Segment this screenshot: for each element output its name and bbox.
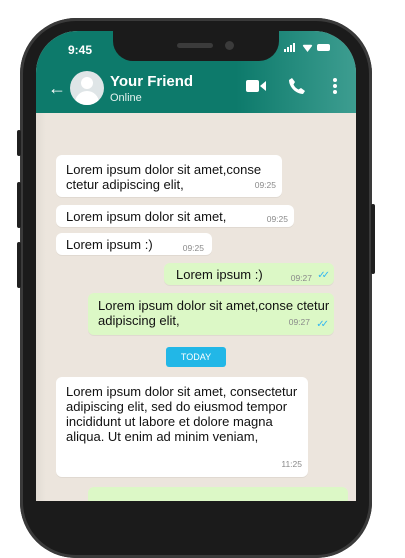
message-text: Lorem ipsum :) [176,267,263,282]
read-receipt-icon: ✓✓ [317,270,330,281]
message-time: 09:25 [266,214,288,224]
phone-volume-down [17,242,21,288]
video-camera-icon[interactable] [246,79,266,93]
message-text: Lorem ipsum dolor sit amet,conse ctetur … [66,162,262,192]
phone-volume-up [17,182,21,228]
signal-icon [284,43,298,52]
message-time: 09:27 [288,317,310,327]
contact-status: Online [110,92,142,104]
status-icons [284,43,330,52]
message-bubble-outgoing[interactable]: Lorem ipsum dolor sit amet,conse ctetur … [88,293,334,335]
phone-side-button [17,130,21,156]
message-text: Lorem ipsum :) [66,237,153,252]
message-time: 09:25 [254,180,276,190]
message-text: Lorem ipsum dolor sit amet, [66,209,227,224]
message-time: 09:25 [182,243,204,253]
arrow-left-icon[interactable]: ← [48,79,66,97]
avatar-shoulders [75,91,99,105]
avatar[interactable] [70,71,104,105]
screen-edge-shade [36,113,46,501]
wifi-icon [302,44,313,52]
message-text: Lorem ipsum dolor sit amet, consectetur … [66,384,298,444]
notch [113,31,279,61]
message-bubble-outgoing-partial [88,487,348,501]
message-bubble-incoming[interactable]: Lorem ipsum :) 09:25 [56,233,212,255]
battery-icon [317,44,330,51]
phone-icon[interactable] [288,77,306,95]
front-camera [225,41,234,50]
earpiece-speaker [177,43,213,48]
date-divider: TODAY [166,347,226,367]
phone-screen: 9:45 ← Your Friend Online Lorem ipsum do… [36,31,356,501]
message-time: 11:25 [281,459,302,469]
contact-name[interactable]: Your Friend [110,73,193,90]
avatar-head [81,77,93,89]
message-bubble-incoming[interactable]: Lorem ipsum dolor sit amet, 09:25 [56,205,294,227]
message-time: 09:27 [290,273,312,283]
message-bubble-incoming[interactable]: Lorem ipsum dolor sit amet,conse ctetur … [56,155,282,197]
vertical-dots-icon[interactable] [332,77,338,95]
read-receipt-icon: ✓✓ [316,319,329,330]
status-time: 9:45 [68,43,93,57]
message-bubble-outgoing[interactable]: Lorem ipsum :) 09:27 ✓✓ [164,263,334,285]
message-bubble-incoming[interactable]: Lorem ipsum dolor sit amet, consectetur … [56,377,308,477]
phone-power-button [371,204,375,274]
